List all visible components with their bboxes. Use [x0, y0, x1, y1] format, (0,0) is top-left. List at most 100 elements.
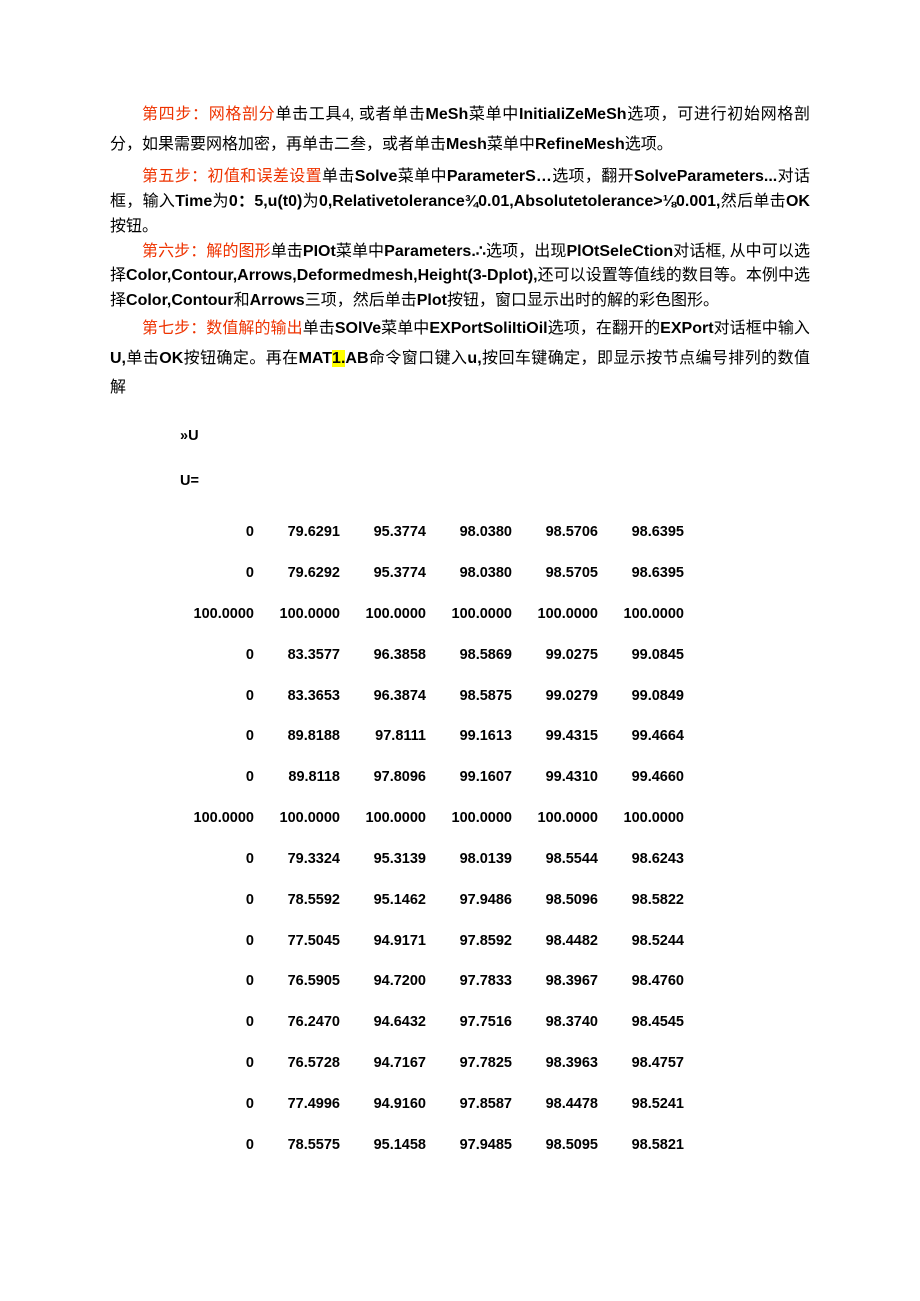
step-5-label: 第五步：初值和误差设置: [142, 168, 322, 185]
table-cell: 100.0000: [524, 594, 610, 635]
u-var-2: u,: [467, 350, 481, 367]
matlab-output: »U U= 079.629195.377498.038098.570698.63…: [180, 423, 810, 1166]
table-cell: 79.6291: [266, 512, 352, 553]
table-cell: 97.9486: [438, 880, 524, 921]
table-cell: 98.0139: [438, 839, 524, 880]
tolerance-values: 0,Relativetolerance¾0.01,Absolutetoleran…: [319, 193, 721, 210]
matlab-label-a: MAT: [299, 350, 332, 367]
table-cell: 100.0000: [438, 594, 524, 635]
step-5-paragraph: 第五步：初值和误差设置单击Solve菜单中ParameterS…选项，翻开Sol…: [110, 165, 810, 239]
table-cell: 79.6292: [266, 553, 352, 594]
table-cell: 100.0000: [266, 798, 352, 839]
text: 选项，在翻开的: [548, 320, 661, 337]
solve-parameters-dialog: SolveParameters...: [634, 168, 777, 185]
text: 为: [212, 193, 229, 210]
table-cell: 100.0000: [180, 798, 266, 839]
table-cell: 99.0849: [610, 676, 696, 717]
export-dialog: EXPort: [660, 320, 713, 337]
table-cell: 98.6395: [610, 512, 696, 553]
table-cell: 98.5875: [438, 676, 524, 717]
table-cell: 98.6395: [610, 553, 696, 594]
table-cell: 98.4545: [610, 1002, 696, 1043]
table-cell: 100.0000: [524, 798, 610, 839]
matlab-label-b: AB: [345, 350, 368, 367]
table-cell: 98.5821: [610, 1125, 696, 1166]
text: 菜单中: [397, 168, 446, 185]
table-row: 077.499694.916097.858798.447898.5241: [180, 1084, 696, 1125]
text: 三项，然后单击: [305, 292, 417, 309]
table-cell: 98.6243: [610, 839, 696, 880]
table-cell: 0: [180, 961, 266, 1002]
table-row: 089.811897.809699.160799.431099.4660: [180, 757, 696, 798]
table-cell: 98.3967: [524, 961, 610, 1002]
table-cell: 99.0845: [610, 635, 696, 676]
mesh-menu-2: Mesh: [446, 136, 487, 153]
table-cell: 98.5095: [524, 1125, 610, 1166]
table-cell: 99.0279: [524, 676, 610, 717]
step-7-label: 第七步：数值解的输出: [142, 320, 303, 337]
text: 选项，翻开: [552, 168, 634, 185]
table-cell: 99.1613: [438, 716, 524, 757]
table-cell: 94.9171: [352, 921, 438, 962]
table-cell: 83.3577: [266, 635, 352, 676]
table-cell: 78.5575: [266, 1125, 352, 1166]
table-cell: 0: [180, 676, 266, 717]
table-cell: 100.0000: [266, 594, 352, 635]
table-cell: 98.4760: [610, 961, 696, 1002]
table-cell: 0: [180, 1084, 266, 1125]
table-row: 100.0000100.0000100.0000100.0000100.0000…: [180, 798, 696, 839]
table-row: 079.629195.377498.038098.570698.6395: [180, 512, 696, 553]
step-4-paragraph: 第四步：网格剖分单击工具4, 或者单击MeSh菜单中InitiaIiZeMeSh…: [110, 100, 810, 159]
table-cell: 98.4482: [524, 921, 610, 962]
plot-selection-dialog: PlOtSeleCtion: [566, 243, 673, 260]
text: 对话框中输入: [714, 320, 810, 337]
matlab-prompt: »U: [180, 423, 810, 450]
text: 单击: [303, 320, 335, 337]
table-cell: 100.0000: [610, 594, 696, 635]
table-cell: 99.4664: [610, 716, 696, 757]
table-row: 079.629295.377498.038098.570598.6395: [180, 553, 696, 594]
plot-options-list: Color,Contour,Arrows,Deformedmesh,Height…: [126, 267, 538, 284]
table-cell: 97.8592: [438, 921, 524, 962]
color-contour: Color,Contour: [126, 292, 234, 309]
table-row: 100.0000100.0000100.0000100.0000100.0000…: [180, 594, 696, 635]
text: 菜单中: [487, 136, 535, 153]
table-cell: 97.8587: [438, 1084, 524, 1125]
table-cell: 98.5869: [438, 635, 524, 676]
table-row: 079.332495.313998.013998.554498.6243: [180, 839, 696, 880]
table-cell: 99.4660: [610, 757, 696, 798]
table-cell: 98.5705: [524, 553, 610, 594]
mesh-menu: MeSh: [426, 106, 469, 123]
table-cell: 99.1607: [438, 757, 524, 798]
matlab-label-highlight: 1.: [332, 350, 345, 367]
arrows: Arrows: [250, 292, 305, 309]
step-6-paragraph: 第六步：解的图形单击PIOt菜单中Parameters.∴选项，出现PlOtSe…: [110, 240, 810, 314]
table-cell: 97.8111: [352, 716, 438, 757]
table-row: 083.365396.387498.587599.027999.0849: [180, 676, 696, 717]
table-cell: 94.7200: [352, 961, 438, 1002]
plot-parameters-option: Parameters.∴: [384, 243, 486, 260]
table-cell: 0: [180, 757, 266, 798]
table-row: 076.247094.643297.751698.374098.4545: [180, 1002, 696, 1043]
step-4-label: 第四步：网格剖分: [142, 106, 275, 123]
table-cell: 94.7167: [352, 1043, 438, 1084]
table-cell: 94.6432: [352, 1002, 438, 1043]
table-cell: 97.9485: [438, 1125, 524, 1166]
table-cell: 100.0000: [352, 798, 438, 839]
table-cell: 98.5822: [610, 880, 696, 921]
text: 菜单中: [468, 106, 519, 123]
text: 命令窗口键入: [369, 350, 468, 367]
table-cell: 98.3740: [524, 1002, 610, 1043]
text: 和: [234, 292, 250, 309]
table-cell: 97.7825: [438, 1043, 524, 1084]
table-cell: 95.3139: [352, 839, 438, 880]
table-cell: 0: [180, 1043, 266, 1084]
table-cell: 100.0000: [438, 798, 524, 839]
table-cell: 98.3963: [524, 1043, 610, 1084]
table-cell: 99.4310: [524, 757, 610, 798]
text: 然后单击: [720, 193, 785, 210]
table-cell: 100.0000: [610, 798, 696, 839]
table-cell: 96.3858: [352, 635, 438, 676]
table-cell: 0: [180, 880, 266, 921]
table-row: 089.818897.811199.161399.431599.4664: [180, 716, 696, 757]
